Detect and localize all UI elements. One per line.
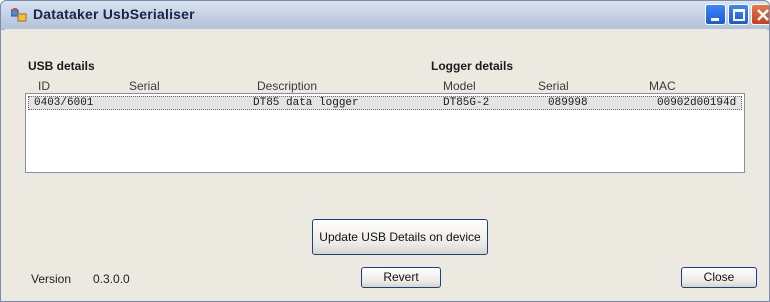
cell-logger-serial: 089998 <box>548 97 588 109</box>
version-label: Version <box>31 272 72 286</box>
app-icon <box>10 8 27 22</box>
usb-details-label: USB details <box>28 59 95 73</box>
app-window: Datataker UsbSerialiser USB details Logg… <box>0 0 770 302</box>
close-window-button[interactable] <box>751 4 769 25</box>
minimize-button[interactable] <box>705 4 726 25</box>
revert-button[interactable]: Revert <box>361 267 441 288</box>
cell-id: 0403/6001 <box>34 97 94 109</box>
column-header-description: Description <box>257 79 318 93</box>
version-value: 0.3.0.0 <box>93 272 130 286</box>
column-header-model: Model <box>443 79 476 93</box>
close-icon <box>757 9 769 21</box>
cell-mac: 00902d00194d <box>657 97 737 109</box>
table-row[interactable]: 0403/6001 DT85 data logger DT85G-2 08999… <box>28 96 742 110</box>
column-header-mac: MAC <box>649 79 676 93</box>
column-header-id: ID <box>38 79 50 93</box>
window-title: Datataker UsbSerialiser <box>33 6 195 22</box>
cell-model: DT85G-2 <box>443 97 490 109</box>
device-list[interactable]: 0403/6001 DT85 data logger DT85G-2 08999… <box>25 93 745 173</box>
minimize-icon <box>711 18 719 21</box>
title-bar[interactable]: Datataker UsbSerialiser <box>1 1 769 30</box>
update-usb-details-button[interactable]: Update USB Details on device <box>312 219 488 255</box>
maximize-icon <box>733 9 745 21</box>
column-header-logger-serial: Serial <box>538 79 569 93</box>
close-button[interactable]: Close <box>681 267 757 288</box>
cell-description: DT85 data logger <box>253 97 359 109</box>
logger-details-label: Logger details <box>431 59 514 73</box>
maximize-button[interactable] <box>728 4 749 25</box>
column-header-serial: Serial <box>129 79 160 93</box>
